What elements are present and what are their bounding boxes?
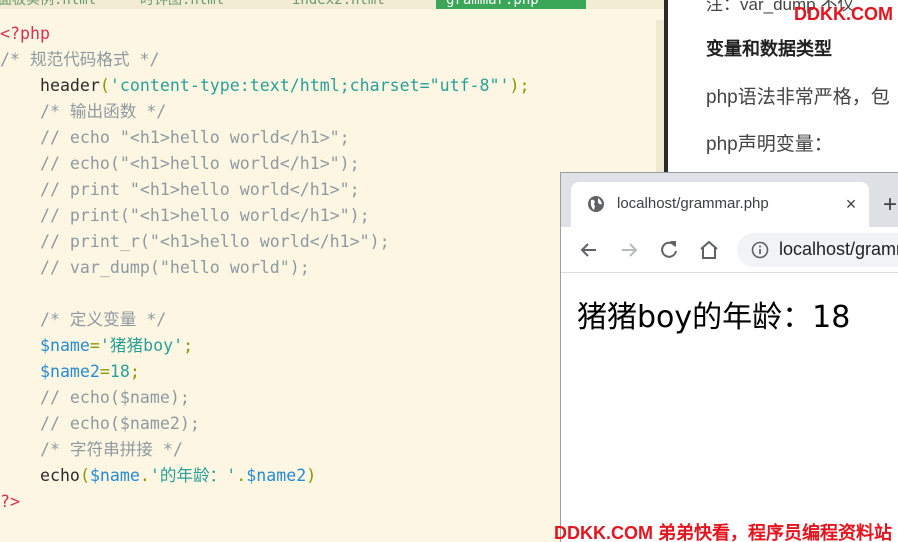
reload-icon[interactable] xyxy=(657,238,681,262)
code-token: '的年龄：' xyxy=(149,466,237,485)
new-tab-icon[interactable]: + xyxy=(883,193,897,217)
code-token: header xyxy=(0,76,100,95)
code-token: ; xyxy=(183,336,194,355)
code-line[interactable]: // echo("<h1>hello world</h1>"); xyxy=(0,151,656,177)
editor-tab-bar: 面板实例.html 时钟图.html index2.html grammar.p… xyxy=(0,0,664,9)
browser-page: 猪猪boy的年龄：18 xyxy=(561,274,898,542)
editor-tab-panel[interactable]: 面板实例.html xyxy=(0,0,96,9)
code-token: ; xyxy=(129,362,140,381)
watermark-top: DDKK.COM xyxy=(794,4,893,24)
code-token: ( xyxy=(99,76,110,95)
globe-icon xyxy=(588,196,604,212)
address-bar[interactable]: localhost/grammar.php xyxy=(737,233,898,267)
code-line[interactable]: // print_r("<h1>hello world</h1>"); xyxy=(0,229,656,255)
code-token: /* 规范代码格式 */ xyxy=(0,50,160,69)
code-line[interactable]: /* 定义变量 */ xyxy=(0,307,656,333)
back-arrow-icon[interactable] xyxy=(577,238,601,262)
code-line[interactable]: // echo "<h1>hello world</h1>"; xyxy=(0,125,656,151)
code-token: // echo($name); xyxy=(0,388,190,407)
code-token: // echo "<h1>hello world</h1>"; xyxy=(0,128,350,147)
code-token: . xyxy=(139,466,150,485)
code-token: = xyxy=(89,336,100,355)
browser-toolbar: localhost/grammar.php xyxy=(561,227,898,273)
code-line[interactable]: // echo($name2); xyxy=(0,411,656,437)
close-icon[interactable]: × xyxy=(841,194,861,214)
browser-tab-strip: localhost/grammar.php × + xyxy=(561,173,898,227)
code-area[interactable]: <?php/* 规范代码格式 */ header('content-type:t… xyxy=(0,21,656,515)
code-token: $name xyxy=(89,466,140,485)
code-token: $name xyxy=(0,336,90,355)
code-token: . xyxy=(236,466,247,485)
code-token: $name2 xyxy=(0,362,100,381)
browser-tab[interactable]: localhost/grammar.php × xyxy=(571,182,869,227)
browser-tab-title: localhost/grammar.php xyxy=(617,195,769,212)
code-line[interactable]: <?php xyxy=(0,21,656,47)
code-token: // echo("<h1>hello world</h1>"); xyxy=(0,154,360,173)
code-line[interactable]: echo($name.'的年龄：'.$name2) xyxy=(0,463,656,489)
code-token: // print_r("<h1>hello world</h1>"); xyxy=(0,232,390,251)
notes-heading: 变量和数据类型 xyxy=(706,39,832,59)
code-line[interactable]: $name2=18; xyxy=(0,359,656,385)
code-line[interactable]: // print("<h1>hello world</h1>"); xyxy=(0,203,656,229)
code-line[interactable]: // print "<h1>hello world</h1>"; xyxy=(0,177,656,203)
code-token: /* 定义变量 */ xyxy=(0,310,167,329)
editor-tab-index2[interactable]: index2.html xyxy=(292,0,385,9)
code-line[interactable]: /* 字符串拼接 */ xyxy=(0,437,656,463)
code-line[interactable]: /* 输出函数 */ xyxy=(0,99,656,125)
code-token: // var_dump("hello world"); xyxy=(0,258,310,277)
code-token: // echo($name2); xyxy=(0,414,200,433)
code-token: ( xyxy=(79,466,90,485)
editor-scrollbar[interactable] xyxy=(656,20,664,180)
code-line[interactable]: $name='猪猪boy'; xyxy=(0,333,656,359)
code-line[interactable]: // var_dump("hello world"); xyxy=(0,255,656,281)
notes-paragraph: php语法非常严格，包 xyxy=(706,87,890,108)
code-token: // print "<h1>hello world</h1>"; xyxy=(0,180,360,199)
address-url[interactable]: localhost/grammar.php xyxy=(779,239,898,260)
code-line[interactable]: ?> xyxy=(0,489,656,515)
code-token: '猪猪boy' xyxy=(99,336,184,355)
page-output-text: 猪猪boy的年龄：18 xyxy=(577,300,851,335)
code-token: <?php xyxy=(0,24,50,43)
code-token: 18 xyxy=(109,362,130,381)
editor-tab-more[interactable]: · xyxy=(612,0,620,9)
forward-arrow-icon[interactable] xyxy=(617,238,641,262)
code-token: ) xyxy=(306,466,317,485)
code-token: ); xyxy=(509,76,530,95)
editor-tab-clock[interactable]: 时钟图.html xyxy=(140,0,224,9)
code-token: echo xyxy=(0,466,80,485)
code-token: /* 字符串拼接 */ xyxy=(0,440,183,459)
code-line[interactable] xyxy=(0,281,656,307)
code-token: $name2 xyxy=(246,466,307,485)
code-line[interactable]: /* 规范代码格式 */ xyxy=(0,47,656,73)
home-icon[interactable] xyxy=(697,238,721,262)
code-token: = xyxy=(99,362,110,381)
code-token: 'content-type:text/html;charset="utf-8"' xyxy=(109,76,510,95)
browser-window: localhost/grammar.php × + localhost/gram… xyxy=(560,172,898,542)
editor-tab-grammar[interactable]: grammar.php xyxy=(436,0,586,9)
watermark-bottom: DDKK.COM 弟弟快看，程序员编程资料站 xyxy=(554,523,892,542)
info-icon[interactable] xyxy=(751,241,769,259)
code-token: // print("<h1>hello world</h1>"); xyxy=(0,206,370,225)
code-token: ?> xyxy=(0,492,20,511)
code-line[interactable]: header('content-type:text/html;charset="… xyxy=(0,73,656,99)
notes-paragraph: php声明变量： xyxy=(706,134,833,155)
code-token: /* 输出函数 */ xyxy=(0,102,167,121)
code-line[interactable]: // echo($name); xyxy=(0,385,656,411)
